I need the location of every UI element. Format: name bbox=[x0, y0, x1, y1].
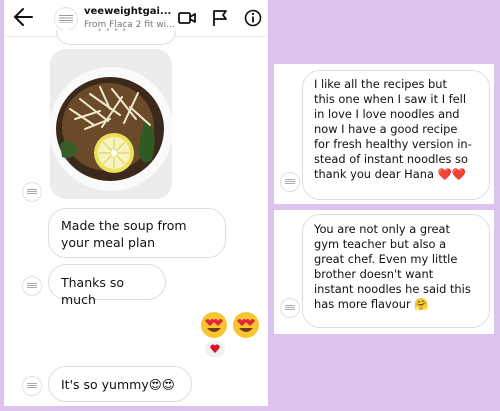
heart-eyes-emoji bbox=[233, 312, 259, 338]
text-line: stead of instant noodles so bbox=[314, 152, 468, 166]
text-line: instant noodles he said this bbox=[314, 282, 471, 296]
chat-panel: veeweightgai... From Flaca 2 fit wi... •… bbox=[4, 0, 268, 406]
heart-reaction[interactable] bbox=[204, 340, 226, 358]
sent-emoji-message[interactable] bbox=[200, 311, 262, 339]
message-bubble[interactable]: Thanks so much bbox=[48, 264, 166, 307]
text-line: I like all the recipes but bbox=[314, 77, 447, 91]
text-line: thank you dear Hana ❤️❤️ bbox=[314, 167, 466, 181]
heart-icon bbox=[210, 344, 220, 353]
soup-photo[interactable] bbox=[50, 49, 172, 199]
info-icon[interactable] bbox=[244, 9, 262, 27]
testimonial-text: I like all the recipes but this one when… bbox=[314, 77, 472, 182]
text-line: in love I love noodles and bbox=[314, 107, 460, 121]
testimonial-card: I like all the recipes but this one when… bbox=[274, 64, 494, 204]
text-line: great chef. Even my little bbox=[314, 252, 458, 266]
text-line: brother doesn't want bbox=[314, 267, 434, 281]
testimonial-card: You are not only a great gym teacher but… bbox=[274, 210, 494, 334]
back-arrow-icon[interactable] bbox=[12, 6, 36, 28]
avatar bbox=[280, 298, 300, 318]
heart-eyes-emoji bbox=[201, 312, 227, 338]
text-line: for fresh healthy version in- bbox=[314, 137, 472, 151]
chat-username[interactable]: veeweightgai... bbox=[84, 6, 171, 17]
text-line: gym teacher but also a bbox=[314, 237, 447, 251]
avatar[interactable] bbox=[22, 276, 42, 296]
message-bubble[interactable]: Made the soup from your meal plan bbox=[48, 208, 226, 258]
avatar bbox=[280, 172, 300, 192]
text-line: has more flavour 🤗 bbox=[314, 297, 429, 311]
video-camera-icon[interactable] bbox=[178, 9, 196, 27]
avatar[interactable] bbox=[22, 376, 42, 396]
text-line: this one when I saw it I fell bbox=[314, 92, 467, 106]
avatar[interactable] bbox=[54, 7, 78, 31]
avatar[interactable] bbox=[22, 182, 42, 202]
flag-icon[interactable] bbox=[211, 9, 229, 27]
text-line: now I have a good recipe bbox=[314, 122, 458, 136]
message-bubble[interactable]: It's so yummy😍😍 bbox=[48, 366, 192, 402]
previous-message-bubble: • • • • bbox=[56, 26, 176, 45]
testimonial-text: You are not only a great gym teacher but… bbox=[314, 222, 471, 312]
text-line: You are not only a great bbox=[314, 222, 451, 236]
